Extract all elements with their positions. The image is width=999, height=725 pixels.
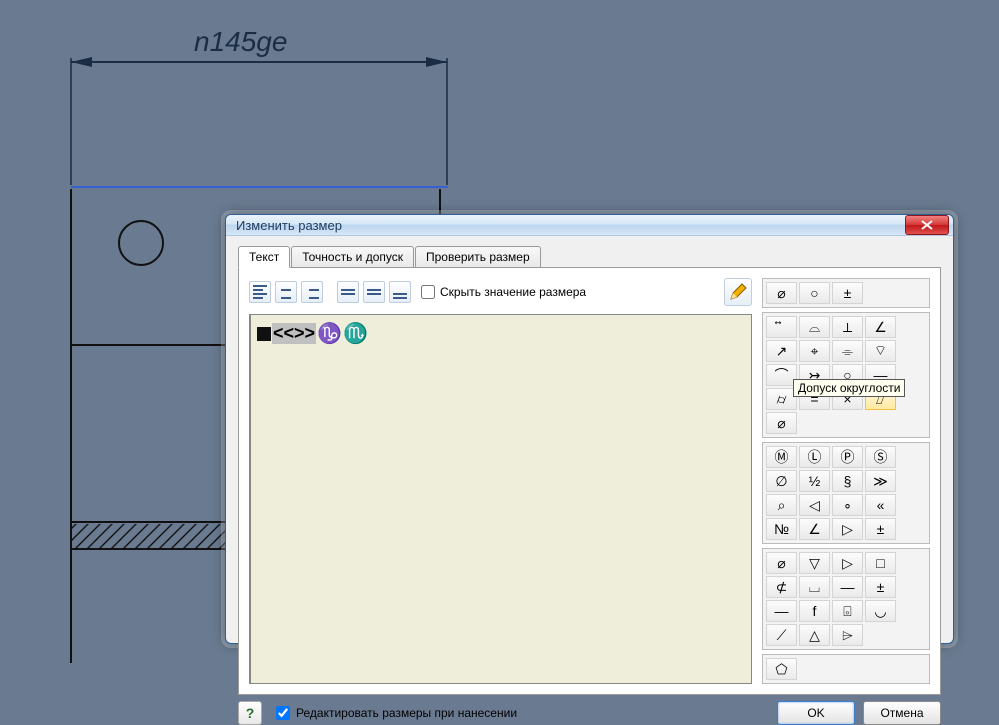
- symbol-button[interactable]: ⌯: [832, 340, 863, 362]
- symbol-button[interactable]: ½: [799, 470, 830, 492]
- symbol-palette: ⌀○± ⃡⌓⟂∠↗⌖⌯⌔⌒↣○—⌭=×⌰⌀Допуск округлости Ⓜ…: [762, 278, 930, 684]
- symbol-group-3: ⓂⓁⓅⓈ ∅½§≫ ⌕◁∘« №∠▷±: [762, 442, 930, 544]
- symbol-button[interactable]: Ⓜ: [766, 446, 797, 468]
- symbol-button[interactable]: §: [832, 470, 863, 492]
- dimension-text: n145ge: [194, 26, 287, 58]
- help-button[interactable]: ?: [238, 701, 262, 725]
- dimension-value-placeholder: <<>>: [272, 323, 316, 344]
- edit-on-place-label: Редактировать размеры при нанесении: [296, 706, 517, 720]
- symbol-button[interactable]: ⌀: [766, 552, 797, 574]
- symbol-button[interactable]: ⌖: [799, 340, 830, 362]
- symbol-button[interactable]: △: [799, 624, 830, 646]
- symbol-button[interactable]: Ⓟ: [832, 446, 863, 468]
- tab-panel: Скрыть значение размера <<>> ♑ ♏: [238, 267, 941, 695]
- symbol-button[interactable]: ◁: [799, 494, 830, 516]
- symbol-button[interactable]: ∘: [832, 494, 863, 516]
- symbol-button[interactable]: ▷: [832, 518, 863, 540]
- symbol-button[interactable]: Ⓢ: [865, 446, 896, 468]
- ok-button[interactable]: OK: [777, 701, 855, 725]
- symbol-group-5: ⬠: [762, 654, 930, 684]
- symbol-button[interactable]: ⬠: [766, 658, 797, 680]
- symbol-button[interactable]: —: [832, 576, 863, 598]
- symbol-group-4: ⌀▽▷□⊄⌴—±—f⌻◡⟋△⌲: [762, 548, 930, 650]
- symbol-button[interactable]: ⃡: [766, 316, 797, 338]
- dialog-titlebar[interactable]: Изменить размер: [226, 215, 953, 236]
- symbol-button[interactable]: ⌲: [832, 624, 863, 646]
- tab-precision-tolerance[interactable]: Точность и допуск: [291, 246, 414, 268]
- symbol-button[interactable]: ▷: [832, 552, 863, 574]
- edit-dimension-dialog: Изменить размер Текст Точность и допуск …: [225, 214, 954, 644]
- symbol-button[interactable]: ○: [799, 282, 830, 304]
- align-middle-button[interactable]: [363, 281, 385, 303]
- symbol-button[interactable]: ±: [865, 518, 896, 540]
- symbol-button[interactable]: ⟂: [832, 316, 863, 338]
- symbol-button[interactable]: ↗: [766, 340, 797, 362]
- symbol-button[interactable]: ≫: [865, 470, 896, 492]
- hide-dimension-value-checkbox[interactable]: [421, 285, 435, 299]
- symbol-button[interactable]: ⌕: [766, 494, 797, 516]
- hide-dim-label: Скрыть значение размера: [440, 285, 586, 299]
- symbol-button[interactable]: ∠: [865, 316, 896, 338]
- symbol-button[interactable]: Ⓛ: [799, 446, 830, 468]
- dialog-footer: ? Редактировать размеры при нанесении OK…: [226, 701, 953, 725]
- symbol-button[interactable]: ±: [832, 282, 863, 304]
- symbol-button[interactable]: ◡: [865, 600, 896, 622]
- symbol-button[interactable]: ⊄: [766, 576, 797, 598]
- symbol-button[interactable]: ⌴: [799, 576, 830, 598]
- capricorn-symbol: ♑: [317, 321, 342, 346]
- selection-block-icon: [257, 327, 271, 341]
- align-left-button[interactable]: [249, 281, 271, 303]
- edit-pencil-button[interactable]: [724, 278, 752, 306]
- symbol-button[interactable]: ∠: [799, 518, 830, 540]
- align-bottom-button[interactable]: [389, 281, 411, 303]
- symbol-button[interactable]: ⌻: [832, 600, 863, 622]
- align-top-button[interactable]: [337, 281, 359, 303]
- symbol-group-2: ⃡⌓⟂∠↗⌖⌯⌔⌒↣○—⌭=×⌰⌀Допуск округлости: [762, 312, 930, 438]
- dialog-title: Изменить размер: [236, 218, 905, 233]
- tabs: Текст Точность и допуск Проверить размер: [238, 246, 941, 268]
- symbol-button[interactable]: —: [766, 600, 797, 622]
- symbol-button[interactable]: ±: [865, 576, 896, 598]
- symbol-button[interactable]: ⌀: [766, 412, 797, 434]
- close-button[interactable]: [905, 215, 949, 235]
- symbol-button[interactable]: ⟋: [766, 624, 797, 646]
- symbol-button[interactable]: □: [865, 552, 896, 574]
- symbol-tooltip: Допуск округлости: [793, 379, 905, 397]
- align-right-button[interactable]: [301, 281, 323, 303]
- dimension-text-editor[interactable]: <<>> ♑ ♏: [249, 314, 752, 684]
- tab-inspect-dimension[interactable]: Проверить размер: [415, 246, 541, 268]
- symbol-button[interactable]: f: [799, 600, 830, 622]
- cancel-button[interactable]: Отмена: [863, 701, 941, 725]
- symbol-group-1: ⌀○±: [762, 278, 930, 308]
- symbol-button[interactable]: №: [766, 518, 797, 540]
- symbol-button[interactable]: «: [865, 494, 896, 516]
- symbol-button[interactable]: ▽: [799, 552, 830, 574]
- edit-on-place-checkbox[interactable]: [276, 706, 290, 720]
- symbol-button[interactable]: ⌔: [865, 340, 896, 362]
- text-toolbar: Скрыть значение размера: [249, 278, 752, 306]
- scorpio-symbol: ♏: [343, 321, 368, 346]
- align-center-button[interactable]: [275, 281, 297, 303]
- symbol-button[interactable]: ⌓: [799, 316, 830, 338]
- tab-text[interactable]: Текст: [238, 246, 290, 268]
- symbol-button[interactable]: ∅: [766, 470, 797, 492]
- symbol-button[interactable]: ⌀: [766, 282, 797, 304]
